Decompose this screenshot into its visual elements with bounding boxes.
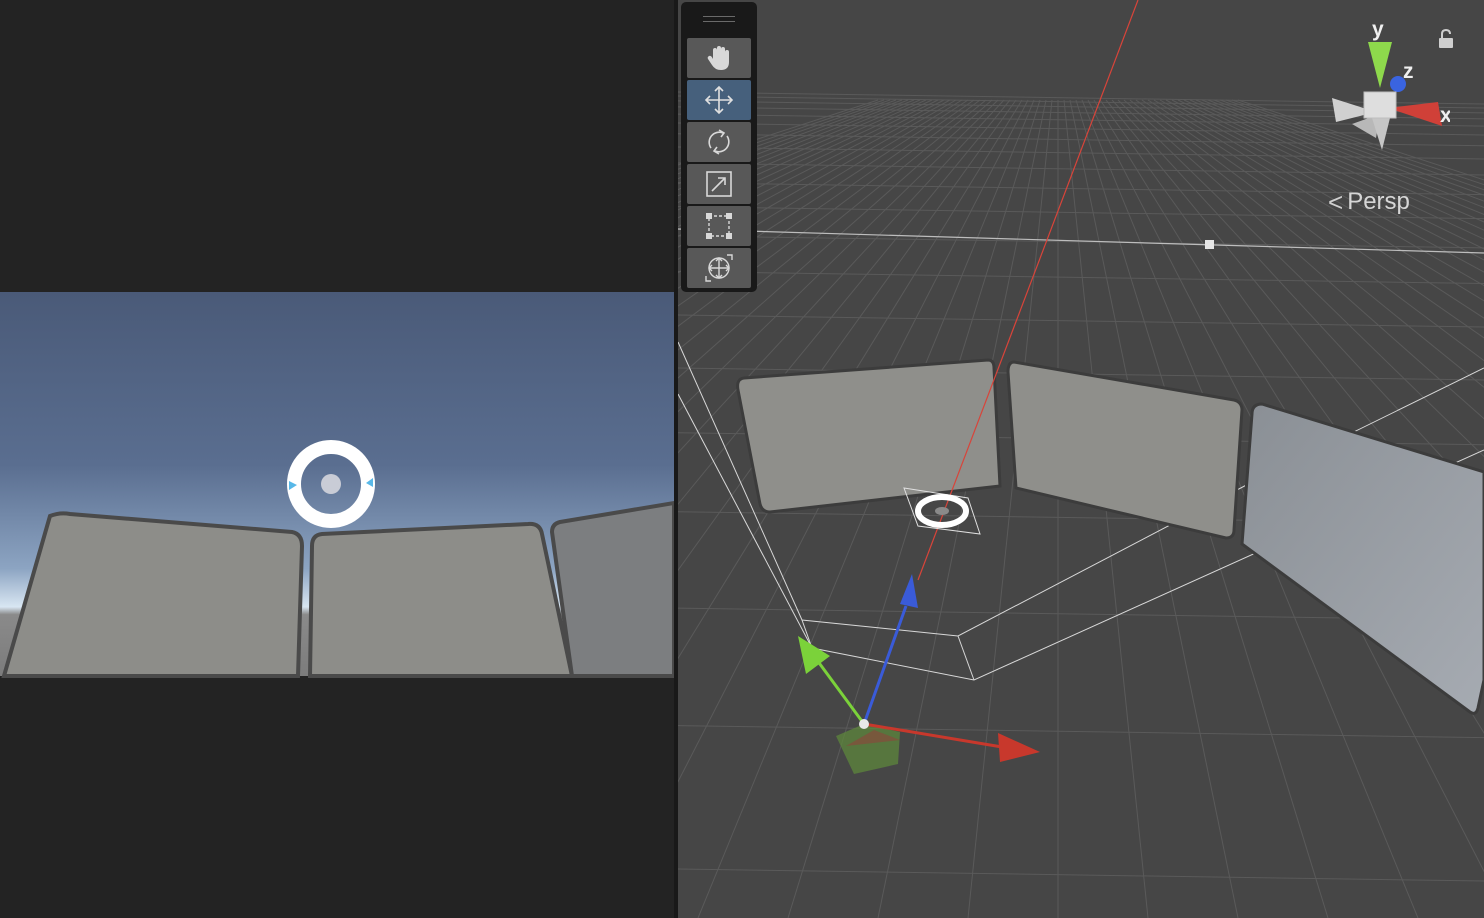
orientation-gizmo[interactable]: y z x: [1310, 12, 1450, 152]
scale-icon: [706, 171, 732, 197]
scene-panel-right[interactable]: [1240, 402, 1484, 715]
move-icon: [704, 85, 734, 115]
transform-tool-button[interactable]: [687, 248, 751, 288]
move-tool-button[interactable]: [687, 80, 751, 120]
scene-panel-center[interactable]: [1006, 360, 1244, 540]
lock-icon[interactable]: [1436, 28, 1456, 50]
game-view[interactable]: [0, 0, 674, 918]
z-axis-arrow[interactable]: [900, 574, 918, 608]
ui-panel-center: [307, 521, 575, 678]
tools-overlay[interactable]: [681, 2, 757, 292]
gizmo-center[interactable]: [859, 719, 869, 729]
camera-mode-button[interactable]: < Persp: [1328, 186, 1410, 218]
rect-tool-button[interactable]: [687, 206, 751, 246]
gizmo-z-label: z: [1403, 60, 1414, 83]
grid-line: [787, 99, 1041, 918]
hand-tool-button[interactable]: [687, 38, 751, 78]
grid-line: [678, 270, 1484, 284]
gizmo-center-cube[interactable]: [1363, 91, 1397, 119]
scene-view[interactable]: y z x: [678, 0, 1484, 918]
grid-line: [678, 235, 1484, 249]
selection-handle[interactable]: [1205, 240, 1214, 249]
transform-icon: [705, 254, 733, 282]
horizon-line: [678, 228, 1484, 254]
rotate-tool-button[interactable]: [687, 122, 751, 162]
grid-line: [877, 99, 1047, 918]
scene-panel-left[interactable]: [736, 358, 1002, 514]
hand-icon: [707, 46, 729, 70]
grid-line: [967, 99, 1053, 918]
gizmo-y-label: y: [1372, 18, 1384, 41]
y-axis-line[interactable]: [812, 655, 866, 725]
grid-line: [678, 314, 1484, 328]
grid-line: [678, 868, 1484, 882]
camera-mode-label: Persp: [1347, 188, 1410, 215]
grid-line: [678, 725, 1484, 739]
gizmo-y-cone[interactable]: [1368, 42, 1392, 88]
toolbar-grip-line[interactable]: [703, 16, 735, 17]
toolbar-grip-line[interactable]: [703, 21, 735, 22]
game-view-render: [0, 292, 674, 678]
y-axis-arrow[interactable]: [798, 636, 830, 674]
rect-transform-icon: [706, 213, 732, 239]
x-axis-arrow[interactable]: [998, 733, 1040, 762]
scale-tool-button[interactable]: [687, 164, 751, 204]
move-gizmo[interactable]: [798, 574, 1040, 774]
rotate-icon: [708, 129, 730, 155]
gizmo-x-label: x: [1440, 104, 1450, 127]
chevron-left-icon: <: [1328, 186, 1344, 217]
ui-panel-left: [1, 511, 305, 678]
ui-panel-right: [549, 500, 674, 678]
